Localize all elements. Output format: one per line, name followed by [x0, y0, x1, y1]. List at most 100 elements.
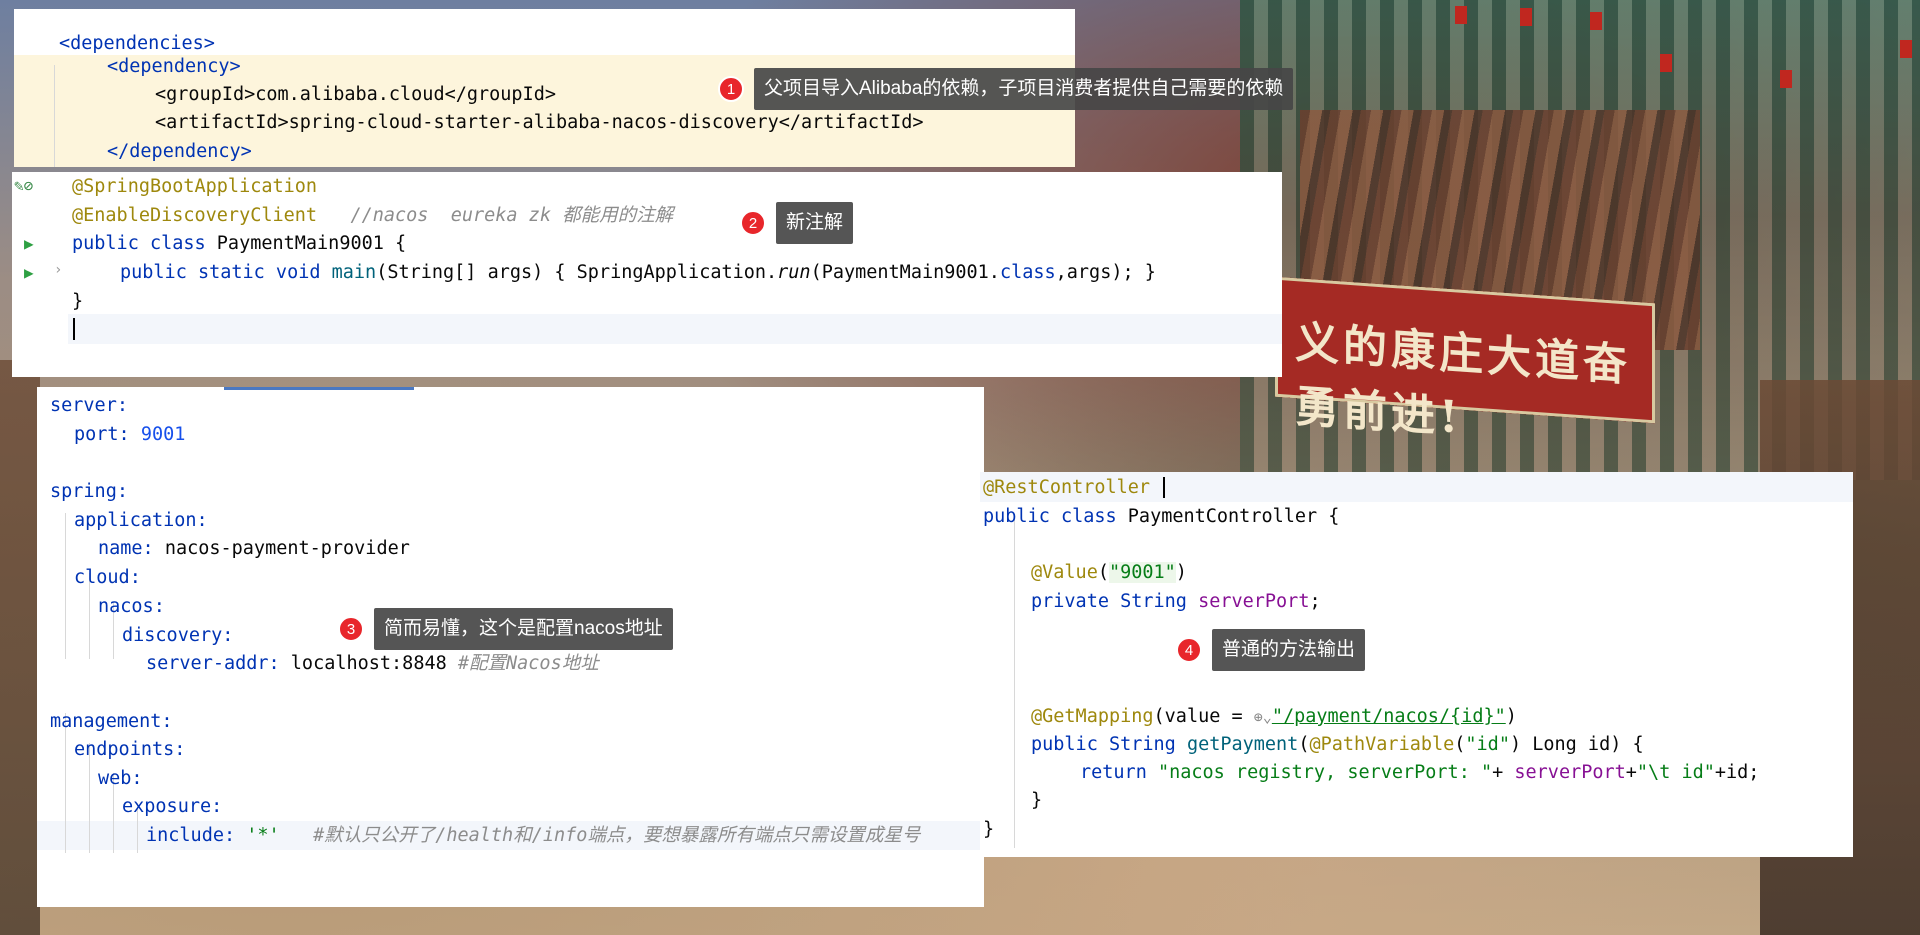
text-cursor: [73, 318, 75, 340]
string-literal: "id": [1465, 734, 1510, 755]
code-text: }: [1031, 790, 1043, 811]
annotation: @SpringBootApplication: [72, 176, 318, 197]
callout-2: 2 新注解: [740, 202, 854, 244]
code-line: server-addr: localhost:8848 #配置Nacos地址: [146, 649, 984, 678]
string-literal: "9001": [1108, 562, 1176, 583]
code-text: +: [1492, 762, 1515, 783]
callout-text: 普通的方法输出: [1212, 629, 1366, 671]
globe-icon[interactable]: ⊕⌄: [1254, 708, 1272, 726]
code-line: cloud:: [74, 563, 984, 592]
comment: #配置Nacos地址: [457, 653, 599, 674]
code-text: ,args); }: [1055, 262, 1156, 283]
bean-gutter-icon[interactable]: ✎⊘: [14, 176, 33, 195]
yaml-key: application:: [74, 510, 208, 531]
class-name: PaymentController {: [1127, 506, 1340, 527]
code-line: @EnableDiscoveryClient //nacos eureka zk…: [72, 201, 1282, 230]
scrollbar-indicator[interactable]: [224, 387, 414, 390]
callout-4: 4 普通的方法输出: [1176, 629, 1366, 671]
yaml-value: nacos-payment-provider: [164, 538, 410, 559]
xml-tag: <dependency>: [107, 56, 241, 77]
code-line: spring:: [50, 477, 984, 506]
keyword: public static void: [120, 262, 332, 283]
yaml-value: 9001: [140, 424, 186, 445]
code-line: <artifactId>spring-cloud-starter-alibaba…: [155, 108, 1075, 137]
text-cursor: [1163, 477, 1165, 498]
annotation: @Value: [1031, 562, 1098, 583]
code-line: web:: [98, 764, 984, 793]
annotation: @PathVariable: [1309, 734, 1455, 755]
code-line: management:: [50, 707, 984, 736]
class-name: PaymentMain9001 {: [216, 233, 407, 254]
code-text: }: [72, 291, 84, 312]
code-line: public class PaymentController {: [983, 502, 1853, 531]
code-line: }: [72, 287, 1282, 316]
callout-3: 3 简而易懂，这个是配置nacos地址: [338, 608, 673, 650]
code-line: }: [1031, 786, 1853, 815]
yaml-key: cloud:: [74, 567, 141, 588]
keyword: public class: [983, 506, 1128, 527]
xml-artifact-id: <artifactId>spring-cloud-starter-alibaba…: [155, 112, 924, 133]
code-text: (PaymentMain9001.: [810, 262, 1000, 283]
callout-number: 3: [338, 616, 364, 642]
background-banner: 义的康庄大道奋勇前进!: [1275, 276, 1655, 444]
code-text: (String[] args) { SpringApplication.: [376, 262, 778, 283]
keyword: private String: [1031, 591, 1199, 612]
code-line: @SpringBootApplication: [72, 172, 1282, 201]
yaml-key: exposure:: [122, 796, 223, 817]
flag-icon: [1900, 40, 1912, 58]
yaml-key: endpoints:: [74, 739, 186, 760]
yaml-key: server:: [50, 395, 128, 416]
callout-text: 简而易懂，这个是配置nacos地址: [374, 608, 673, 650]
yaml-key: discovery:: [122, 625, 234, 646]
flag-icon: [1660, 54, 1672, 72]
code-line: name: nacos-payment-provider: [98, 534, 984, 563]
xml-group-id: <groupId>com.alibaba.cloud</groupId>: [155, 84, 556, 105]
run-icon[interactable]: ▶: [24, 234, 34, 253]
code-line: @RestController: [983, 473, 1853, 502]
yaml-key: server-addr:: [146, 653, 291, 674]
code-line: application:: [74, 506, 984, 535]
yaml-key: management:: [50, 711, 173, 732]
string-literal: "/payment/nacos/{id}": [1271, 706, 1506, 727]
code-text: (value =: [1153, 706, 1254, 727]
keyword: return: [1080, 762, 1158, 783]
method-name: run: [777, 262, 811, 283]
code-text: +id;: [1714, 762, 1760, 783]
code-text: Long id) {: [1521, 734, 1644, 755]
comment: #默认只公开了/health和/info端点，要想暴露所有端点只需设置成星号: [313, 825, 921, 846]
current-line-highlight: [68, 314, 1282, 344]
flag-icon: [1780, 70, 1792, 88]
callout-text: 新注解: [776, 202, 854, 244]
code-line: @GetMapping(value = ⊕⌄"/payment/nacos/{i…: [1031, 702, 1853, 731]
code-line: public static void main(String[] args) {…: [120, 258, 1282, 287]
main-class-panel: ✎⊘ ▶ ▶ › @SpringBootApplication @EnableD…: [12, 172, 1282, 377]
xml-tag: <dependencies>: [59, 33, 215, 54]
yaml-value: '*': [246, 825, 280, 846]
keyword: public String: [1031, 734, 1187, 755]
callout-text: 父项目导入Alibaba的依赖，子项目消费者提供自己需要的依赖: [754, 68, 1294, 110]
method-name: main: [331, 262, 377, 283]
code-line: return "nacos registry, serverPort: "+ s…: [1080, 758, 1853, 787]
keyword: public class: [72, 233, 217, 254]
callout-number: 4: [1176, 637, 1202, 663]
code-line: endpoints:: [74, 735, 984, 764]
code-line: exposure:: [122, 792, 984, 821]
code-line: </dependency>: [107, 137, 1075, 166]
yaml-value: localhost:8848: [290, 653, 447, 674]
code-line: @Value("9001"): [1031, 562, 1187, 583]
method-name: getPayment: [1186, 734, 1299, 755]
field-name: serverPort: [1198, 591, 1310, 612]
code-line: }: [983, 815, 1853, 844]
yaml-key: web:: [98, 768, 143, 789]
field-name: serverPort: [1514, 762, 1626, 783]
callout-1: 1 父项目导入Alibaba的依赖，子项目消费者提供自己需要的依赖: [718, 68, 1294, 110]
yaml-key: include:: [146, 825, 247, 846]
background-tower-left: [0, 360, 40, 935]
code-line: server:: [50, 391, 984, 420]
callout-number: 2: [740, 210, 766, 236]
run-icon[interactable]: ▶: [24, 263, 34, 282]
yaml-key: name:: [98, 538, 165, 559]
annotation: @RestController: [983, 477, 1151, 498]
fold-icon[interactable]: ›: [54, 262, 62, 278]
string-literal: "\t id": [1636, 762, 1715, 783]
